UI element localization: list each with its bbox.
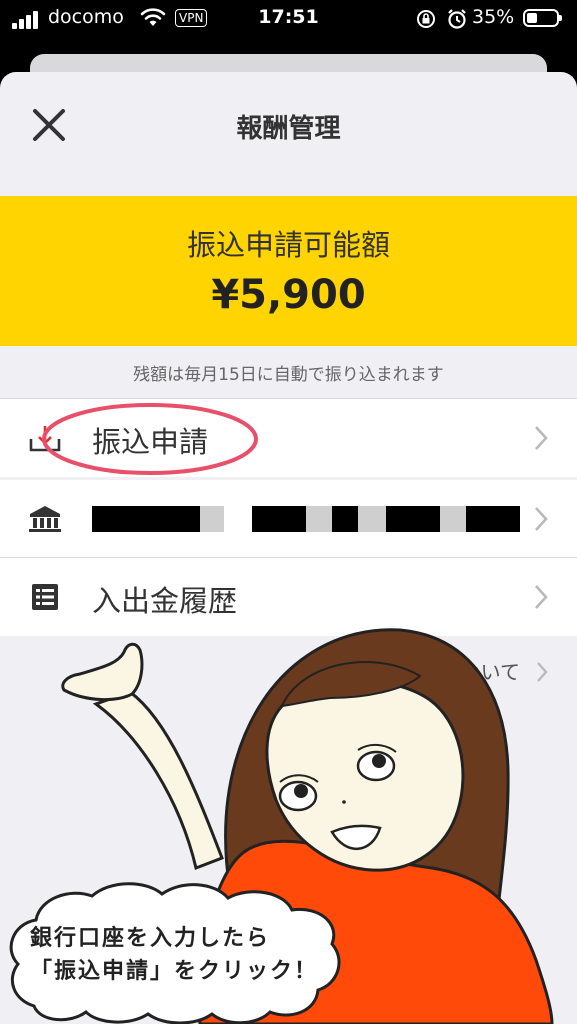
status-bar: docomo VPN 17:51 35% bbox=[0, 0, 577, 40]
available-amount-label: 振込申請可能額 bbox=[186, 228, 390, 262]
chevron-right-icon bbox=[535, 426, 548, 450]
auto-transfer-note: 残額は毎月15日に自動で振り込まれます bbox=[133, 365, 444, 385]
bank-account-row[interactable] bbox=[0, 480, 577, 558]
battery-percent: 35% bbox=[472, 6, 515, 28]
redacted-bank-name bbox=[92, 506, 200, 532]
list-icon bbox=[32, 584, 58, 610]
download-icon bbox=[29, 426, 61, 452]
page-title: 報酬管理 bbox=[236, 114, 341, 144]
redacted-block bbox=[386, 506, 440, 532]
transaction-history-row[interactable]: 入出金履歴 bbox=[0, 558, 577, 636]
redacted-block bbox=[252, 506, 306, 532]
bank-icon bbox=[29, 506, 61, 532]
speech-bubble-line: 「振込申請」をクリック！ bbox=[30, 959, 319, 984]
speech-bubble-line: 銀行口座を入力したら bbox=[30, 926, 271, 951]
orientation-lock-icon bbox=[417, 10, 435, 28]
chevron-right-icon bbox=[537, 662, 548, 682]
chevron-right-icon bbox=[535, 585, 548, 609]
speech-bubble-text: 銀行口座を入力したら 「振込申請」をクリック！ bbox=[30, 922, 360, 988]
transaction-history-label: 入出金履歴 bbox=[92, 584, 238, 618]
redacted-account-number bbox=[466, 506, 520, 532]
redacted-block bbox=[306, 506, 332, 532]
redacted-block bbox=[332, 506, 358, 532]
available-amount-value: ¥5,900 bbox=[211, 272, 366, 318]
redacted-block bbox=[440, 506, 466, 532]
transfer-request-row[interactable]: 振込申請 bbox=[0, 399, 577, 477]
transfer-request-label: 振込申請 bbox=[92, 425, 209, 459]
about-link[interactable]: について bbox=[441, 656, 520, 685]
battery-icon bbox=[523, 9, 562, 27]
alarm-icon bbox=[448, 9, 466, 29]
redacted-block bbox=[358, 506, 386, 532]
redacted-block bbox=[200, 506, 224, 532]
available-amount-banner: 振込申請可能額 ¥5,900 bbox=[0, 196, 577, 346]
reward-management-sheet: 報酬管理 振込申請可能額 ¥5,900 残額は毎月15日に自動で振り込まれます … bbox=[0, 72, 577, 1024]
chevron-right-icon bbox=[535, 507, 548, 531]
